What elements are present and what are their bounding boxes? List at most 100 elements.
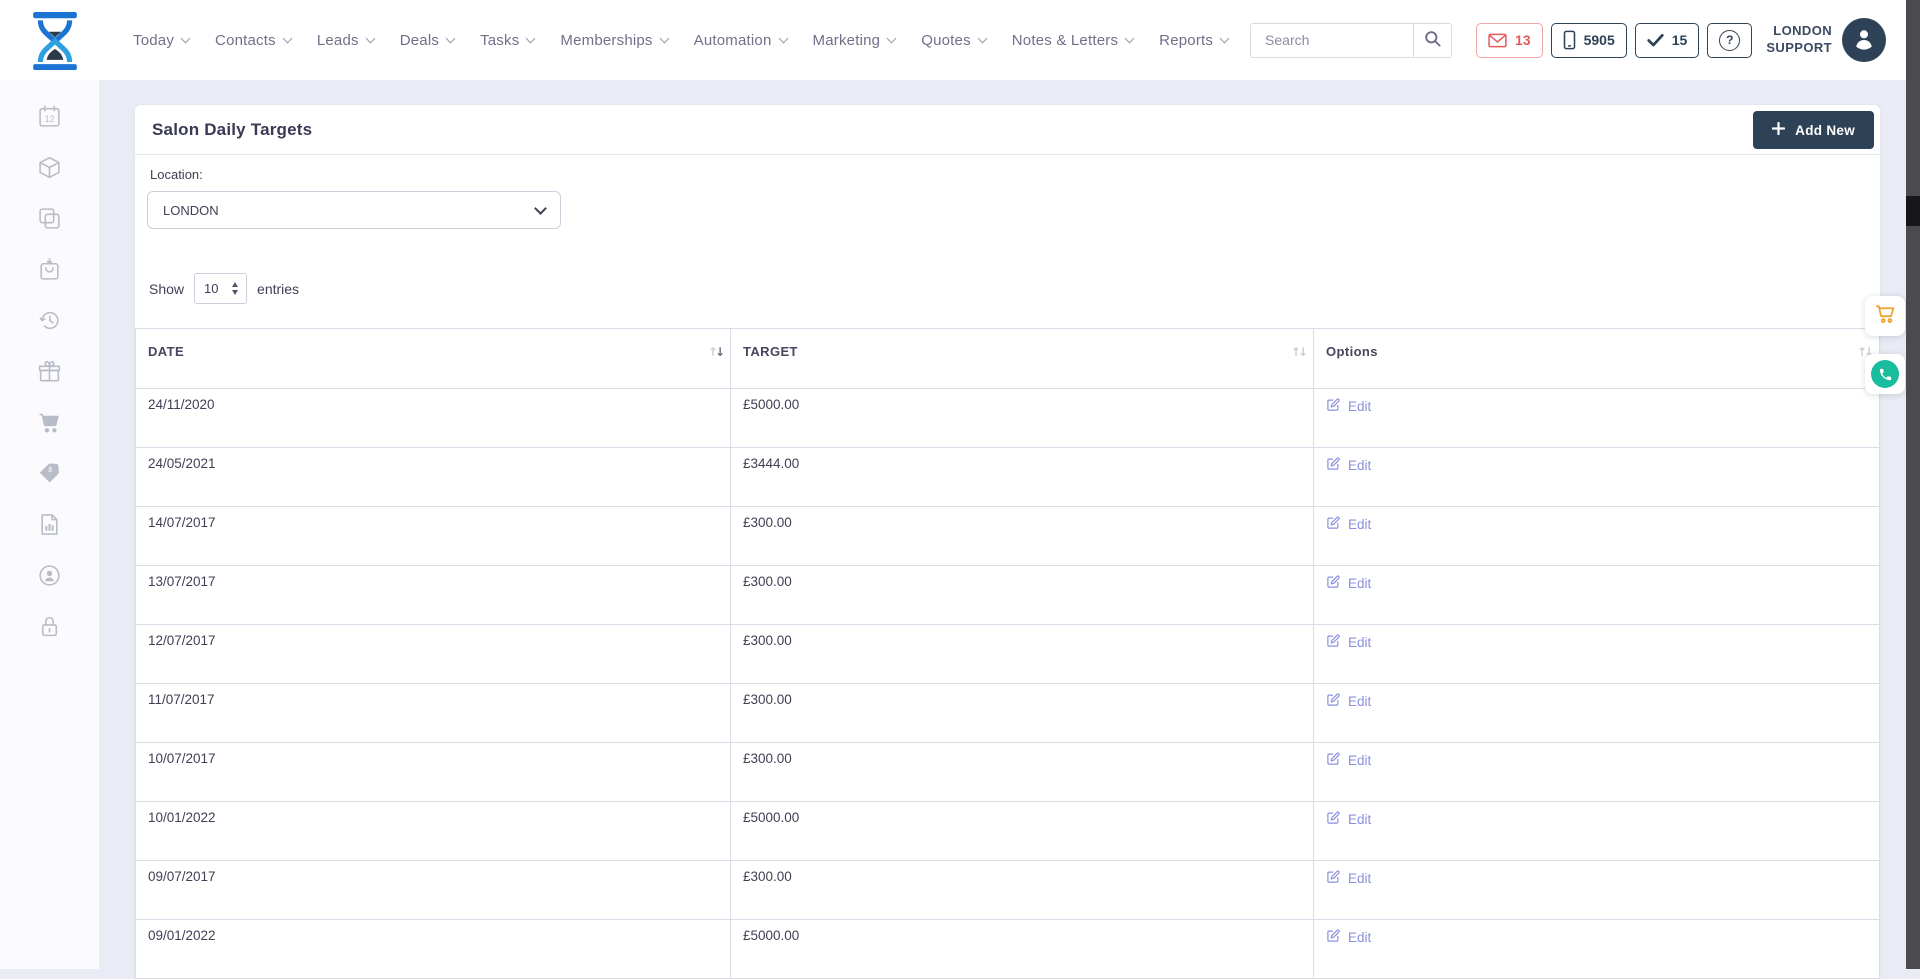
help-badge[interactable]: ? [1707, 23, 1752, 58]
messages-badge[interactable]: 13 [1476, 23, 1543, 58]
target-cell: £300.00 [731, 625, 1314, 684]
badge-count: 13 [1515, 32, 1531, 48]
history-icon[interactable] [37, 308, 62, 333]
basket-icon[interactable] [37, 257, 62, 282]
badge-group: 13 5905 15 ? [1468, 23, 1752, 58]
nav-item-deals[interactable]: Deals [400, 32, 454, 49]
chevron-down-icon [1125, 33, 1135, 43]
target-cell: £300.00 [731, 861, 1314, 920]
options-cell: Edit [1314, 625, 1880, 684]
edit-icon [1326, 456, 1341, 474]
chevron-down-icon [446, 33, 456, 43]
edit-button[interactable]: Edit [1326, 692, 1371, 710]
edit-button[interactable]: Edit [1326, 928, 1371, 946]
date-cell: 09/01/2022 [136, 920, 731, 979]
options-cell: Edit [1314, 861, 1880, 920]
price-tag-icon[interactable]: $ [37, 461, 62, 486]
nav-item-reports[interactable]: Reports [1159, 32, 1228, 49]
page-length-row: Show 10 entries [149, 273, 1868, 304]
table-row: 13/07/2017 £300.00 Edit [136, 566, 1880, 625]
edit-label: Edit [1348, 930, 1371, 945]
edit-icon [1326, 397, 1341, 415]
date-cell: 10/07/2017 [136, 743, 731, 802]
nav-item-tasks[interactable]: Tasks [480, 32, 534, 49]
nav-item-leads[interactable]: Leads [317, 32, 374, 49]
edit-button[interactable]: Edit [1326, 810, 1371, 828]
search-input[interactable] [1251, 24, 1413, 57]
nav-item-memberships[interactable]: Memberships [560, 32, 667, 49]
calendar-icon[interactable]: 12 [37, 104, 62, 129]
nav-item-quotes[interactable]: Quotes [921, 32, 986, 49]
edit-label: Edit [1348, 399, 1371, 414]
nav-item-notes-letters[interactable]: Notes & Letters [1012, 32, 1133, 49]
page-length-select[interactable]: 10 [194, 273, 247, 304]
tasks-badge[interactable]: 15 [1635, 23, 1700, 58]
user-name[interactable]: LONDON SUPPORT [1766, 23, 1832, 57]
edit-button[interactable]: Edit [1326, 869, 1371, 887]
add-new-label: Add New [1795, 123, 1855, 138]
user-icon [1851, 25, 1877, 56]
table-body: 24/11/2020 £5000.00 Edit 24/05/2021 £344… [136, 389, 1880, 979]
edit-button[interactable]: Edit [1326, 633, 1371, 651]
column-header-target[interactable]: TARGET ↑↓ [731, 329, 1314, 389]
search-box [1250, 23, 1452, 58]
show-label: Show [149, 281, 184, 297]
edit-button[interactable]: Edit [1326, 574, 1371, 592]
edit-icon [1326, 869, 1341, 887]
chevron-down-icon [887, 33, 897, 43]
edit-button[interactable]: Edit [1326, 515, 1371, 533]
column-header-label: Options [1326, 344, 1378, 359]
nav-item-marketing[interactable]: Marketing [813, 32, 896, 49]
main-nav: Today Contacts Leads Deals Tasks Members… [133, 0, 1287, 80]
card-header: Salon Daily Targets Add New [135, 105, 1880, 155]
edit-icon [1326, 692, 1341, 710]
cart-icon[interactable] [37, 410, 62, 435]
edit-button[interactable]: Edit [1326, 751, 1371, 769]
options-cell: Edit [1314, 507, 1880, 566]
phone-widget-button[interactable] [1865, 354, 1905, 394]
report-icon[interactable] [37, 512, 62, 537]
table-row: 14/07/2017 £300.00 Edit [136, 507, 1880, 566]
edit-label: Edit [1348, 635, 1371, 650]
search-button[interactable] [1413, 24, 1451, 57]
nav-item-label: Notes & Letters [1012, 32, 1118, 49]
column-header-options[interactable]: Options ↑↓ [1314, 329, 1880, 389]
avatar[interactable] [1842, 18, 1886, 62]
nav-item-automation[interactable]: Automation [694, 32, 787, 49]
edit-label: Edit [1348, 517, 1371, 532]
table-row: 11/07/2017 £300.00 Edit [136, 684, 1880, 743]
mobile-icon [1563, 30, 1576, 50]
location-select[interactable]: LONDON [147, 191, 561, 229]
target-cell: £300.00 [731, 743, 1314, 802]
edit-icon [1326, 810, 1341, 828]
filter-section: Location: LONDON Show 10 entries [135, 155, 1880, 304]
edit-icon [1326, 751, 1341, 769]
calls-badge[interactable]: 5905 [1551, 23, 1627, 58]
gift-icon[interactable] [37, 359, 62, 384]
app-logo-hourglass-icon[interactable] [30, 12, 80, 68]
options-cell: Edit [1314, 566, 1880, 625]
add-new-button[interactable]: Add New [1753, 111, 1874, 149]
nav-item-label: Leads [317, 32, 359, 49]
copy-icon[interactable] [37, 206, 62, 231]
edit-button[interactable]: Edit [1326, 397, 1371, 415]
column-header-date[interactable]: DATE ↑↓ [136, 329, 731, 389]
edit-label: Edit [1348, 694, 1371, 709]
table-row: 24/11/2020 £5000.00 Edit [136, 389, 1880, 448]
column-header-label: TARGET [743, 344, 798, 359]
badge-count: 15 [1672, 32, 1688, 48]
edit-button[interactable]: Edit [1326, 456, 1371, 474]
target-cell: £300.00 [731, 507, 1314, 566]
location-select-wrap: LONDON [147, 191, 561, 229]
account-icon[interactable] [37, 563, 62, 588]
nav-item-contacts[interactable]: Contacts [215, 32, 291, 49]
sort-icon: ↑↓ [1291, 345, 1305, 359]
lock-icon[interactable] [37, 614, 62, 639]
package-icon[interactable] [37, 155, 62, 180]
scrollbar-notch [1906, 196, 1920, 226]
topbar: Today Contacts Leads Deals Tasks Members… [0, 0, 1920, 80]
page-scrollbar[interactable] [1906, 0, 1920, 969]
chevron-down-icon [778, 33, 788, 43]
cart-widget-button[interactable] [1865, 296, 1905, 336]
nav-item-today[interactable]: Today [133, 32, 189, 49]
